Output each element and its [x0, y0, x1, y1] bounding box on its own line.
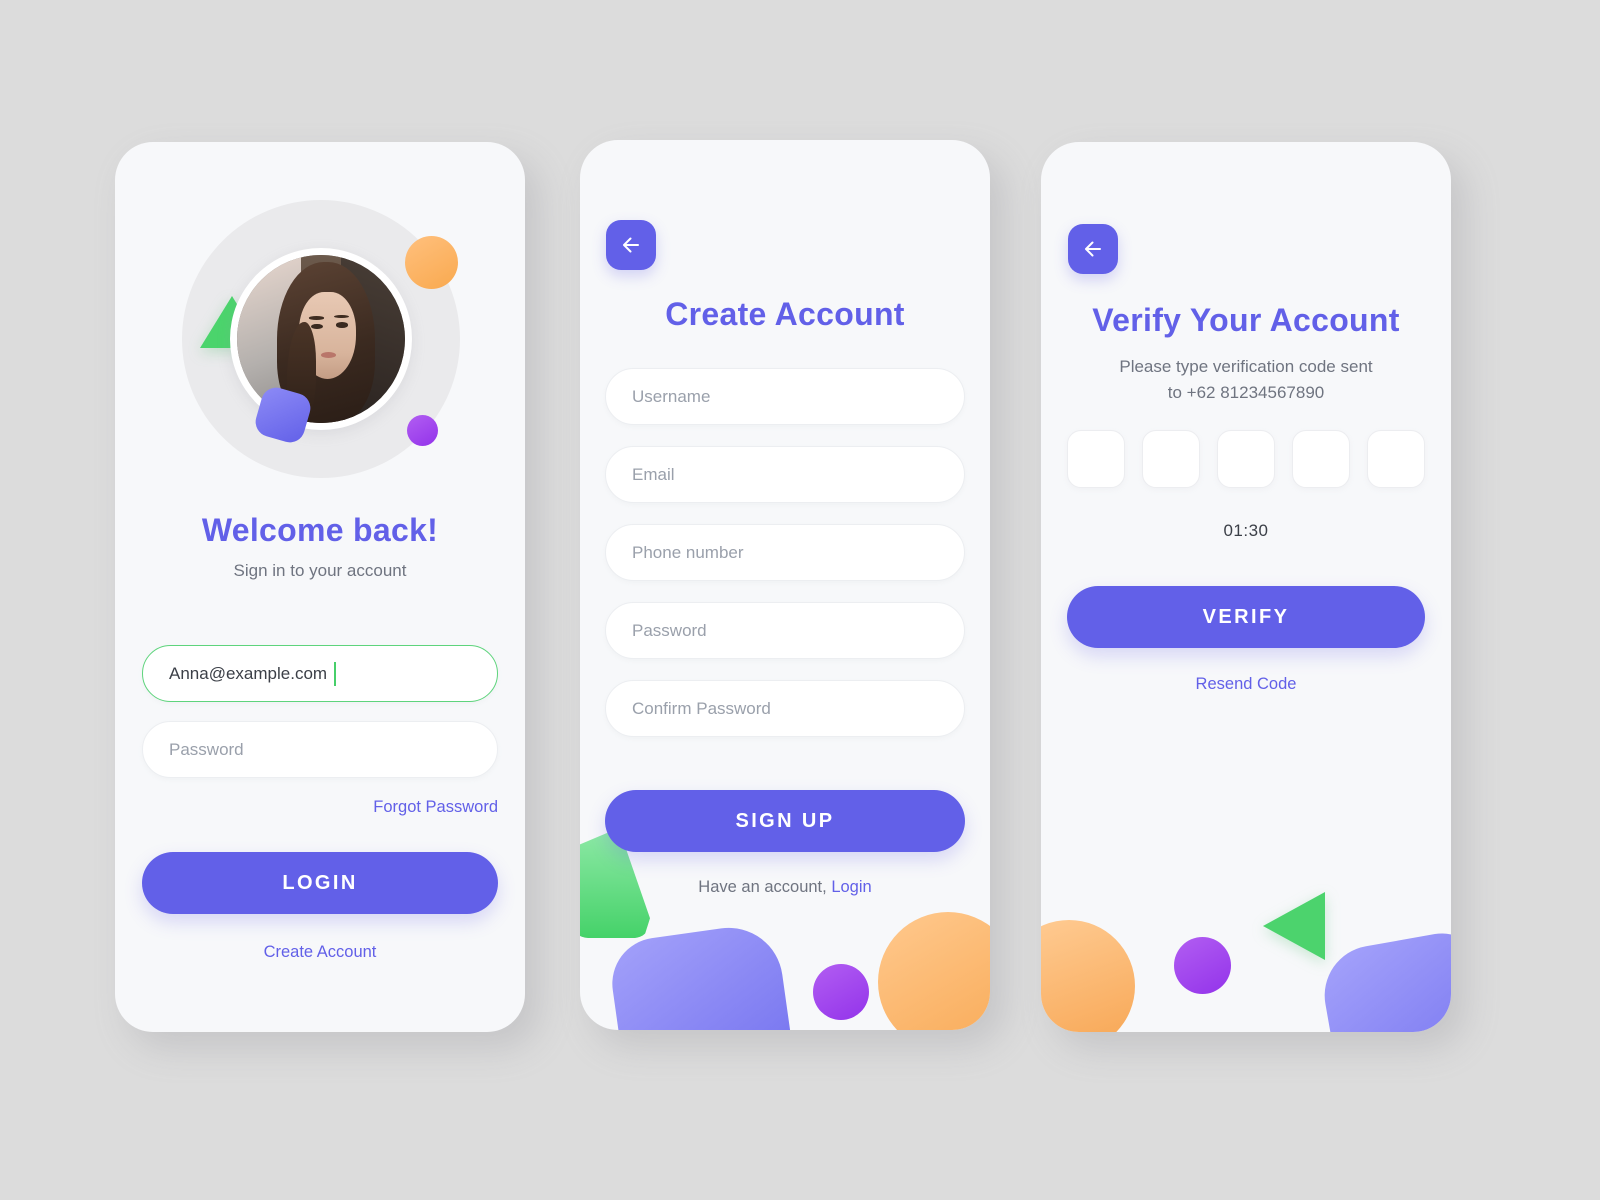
circle-orange-decoration	[1041, 920, 1135, 1032]
circle-purple-decoration	[407, 415, 438, 446]
username-placeholder: Username	[632, 386, 711, 406]
verify-button[interactable]: VERIFY	[1067, 586, 1425, 648]
circle-orange-decoration	[878, 912, 990, 1030]
email-input-value: Anna@example.com	[169, 663, 328, 683]
login-link[interactable]: Login	[831, 878, 871, 896]
triangle-green-decoration	[1263, 892, 1325, 960]
avatar-ring	[230, 248, 412, 430]
otp-input-group	[1041, 430, 1451, 488]
signup-screen: Create Account Username Email Phone numb…	[580, 140, 990, 1030]
create-account-link[interactable]: Create Account	[264, 943, 377, 961]
confirm-password-input[interactable]: Confirm Password	[605, 680, 965, 737]
email-input[interactable]: Email	[605, 446, 965, 503]
verify-screen: Verify Your Account Please type verifica…	[1041, 142, 1451, 1032]
password-input[interactable]: Password	[142, 721, 498, 778]
forgot-password-link[interactable]: Forgot Password	[373, 798, 498, 816]
text-caret	[334, 661, 337, 686]
avatar	[182, 200, 460, 478]
shape-blue-decoration	[606, 920, 796, 1030]
circle-purple-decoration	[1174, 937, 1231, 994]
countdown-timer: 01:30	[1223, 521, 1269, 540]
phone-placeholder: Phone number	[632, 542, 744, 562]
otp-cell-3[interactable]	[1217, 430, 1275, 488]
email-placeholder: Email	[632, 464, 675, 484]
otp-cell-4[interactable]	[1292, 430, 1350, 488]
username-input[interactable]: Username	[605, 368, 965, 425]
signup-heading: Create Account	[665, 296, 905, 332]
arrow-left-icon	[1085, 241, 1101, 257]
confirm-password-placeholder: Confirm Password	[632, 698, 771, 718]
have-account-label: Have an account,	[698, 878, 827, 896]
password-input-placeholder: Password	[169, 739, 244, 759]
login-subheading: Sign in to your account	[233, 561, 407, 580]
login-screen: Welcome back! Sign in to your account An…	[115, 142, 525, 1032]
resend-code-link[interactable]: Resend Code	[1196, 675, 1297, 693]
arrow-left-icon	[623, 237, 639, 253]
password-input[interactable]: Password	[605, 602, 965, 659]
login-heading: Welcome back!	[201, 512, 439, 548]
back-button[interactable]	[606, 220, 656, 270]
back-button[interactable]	[1068, 224, 1118, 274]
verify-heading: Verify Your Account	[1092, 302, 1400, 338]
password-placeholder: Password	[632, 620, 707, 640]
shape-blue-decoration	[1316, 927, 1451, 1032]
login-button[interactable]: LOGIN	[142, 852, 498, 914]
phone-input[interactable]: Phone number	[605, 524, 965, 581]
email-input[interactable]: Anna@example.com	[142, 645, 498, 702]
otp-cell-1[interactable]	[1067, 430, 1125, 488]
circle-orange-decoration	[405, 236, 458, 289]
verify-subheading-line2: to +62 81234567890	[1167, 383, 1325, 402]
circle-purple-decoration	[813, 964, 869, 1020]
otp-cell-2[interactable]	[1142, 430, 1200, 488]
signup-button[interactable]: SIGN UP	[605, 790, 965, 852]
verify-subheading-line1: Please type verification code sent	[1119, 357, 1373, 376]
otp-cell-5[interactable]	[1367, 430, 1425, 488]
screens-stage: Welcome back! Sign in to your account An…	[0, 0, 1600, 1200]
